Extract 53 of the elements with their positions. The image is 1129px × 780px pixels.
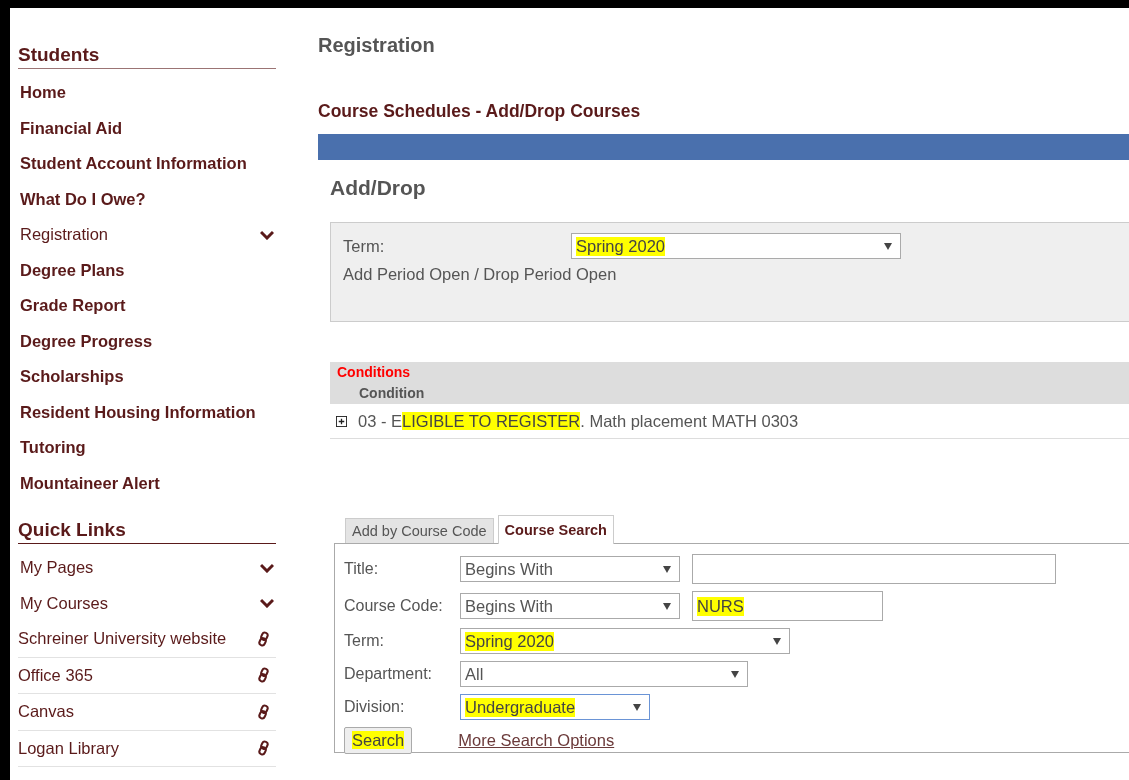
dropdown[interactable]: Undergraduate (460, 694, 650, 720)
sidebar-item[interactable]: Resident Housing Information (18, 394, 276, 430)
sidebar-item[interactable]: Degree Plans (18, 252, 276, 288)
more-options-link[interactable]: More Search Options (458, 731, 615, 750)
sidebar-item[interactable]: Mountaineer Alert (18, 465, 276, 501)
field-label: Term: (344, 632, 385, 650)
sidebar-item[interactable]: Home (18, 75, 276, 111)
page-subtitle: Course Schedules - Add/Drop Courses (318, 101, 642, 122)
operator-select[interactable]: Begins With (460, 556, 680, 582)
field-label: Course Code: (344, 597, 444, 615)
tab[interactable]: Add by Course Code (345, 518, 494, 543)
sidebar-item[interactable]: My Courses (18, 585, 109, 621)
field-label: Title: (344, 560, 380, 578)
sidebar-link[interactable]: Schreiner University website (18, 621, 227, 657)
sidebar-heading: Quick Links (18, 519, 276, 544)
link-icon (257, 703, 270, 720)
sidebar-heading: Students (18, 44, 276, 69)
term-label: Term: (343, 236, 386, 256)
sidebar-item[interactable]: Financial Aid (18, 110, 276, 146)
dropdown[interactable]: All (460, 661, 748, 687)
period-status: Add Period Open / Drop Period Open (343, 265, 618, 284)
column-header: Condition (359, 385, 426, 401)
sidebar-item[interactable]: Grade Report (18, 288, 276, 324)
input-field[interactable] (692, 554, 1056, 584)
operator-select[interactable]: Begins With (460, 593, 680, 619)
expand-icon[interactable] (336, 415, 347, 427)
field-label: Division: (344, 698, 406, 716)
sidebar-item[interactable]: Scholarships (18, 359, 276, 395)
chevron-icon[interactable] (260, 598, 274, 609)
link-icon (257, 630, 270, 647)
sidebar-link[interactable]: Logan Library (18, 730, 119, 766)
link-icon (257, 667, 270, 684)
search-button[interactable]: Search (344, 727, 413, 754)
page-title: Registration (318, 34, 436, 57)
tab[interactable]: Course Search (497, 515, 614, 544)
sidebar-item[interactable]: Tutoring (18, 430, 276, 466)
conditions-title: Conditions (337, 364, 412, 380)
link-icon (257, 740, 270, 757)
input-field[interactable]: NURS (692, 591, 883, 621)
sidebar-item[interactable]: What Do I Owe? (18, 181, 276, 217)
sidebar-link[interactable]: Office 365 (18, 657, 93, 693)
field-label: Department: (344, 665, 434, 683)
section-heading: Add/Drop (330, 176, 427, 200)
chevron-icon[interactable] (260, 229, 274, 240)
dropdown[interactable]: Spring 2020 (460, 628, 790, 654)
sidebar-item[interactable]: Student Account Information (18, 146, 276, 182)
sidebar-item[interactable]: Registration (18, 217, 109, 253)
condition-text: 03 - ELIGIBLE TO REGISTER. Math placement MATH 0303 (358, 411, 799, 431)
sidebar-item[interactable]: Degree Progress (18, 323, 276, 359)
chevron-icon[interactable] (260, 562, 274, 573)
sidebar-link[interactable]: Canvas (18, 694, 74, 730)
term-select[interactable]: Spring 2020 (571, 233, 901, 259)
sidebar-item[interactable]: My Pages (18, 550, 94, 586)
